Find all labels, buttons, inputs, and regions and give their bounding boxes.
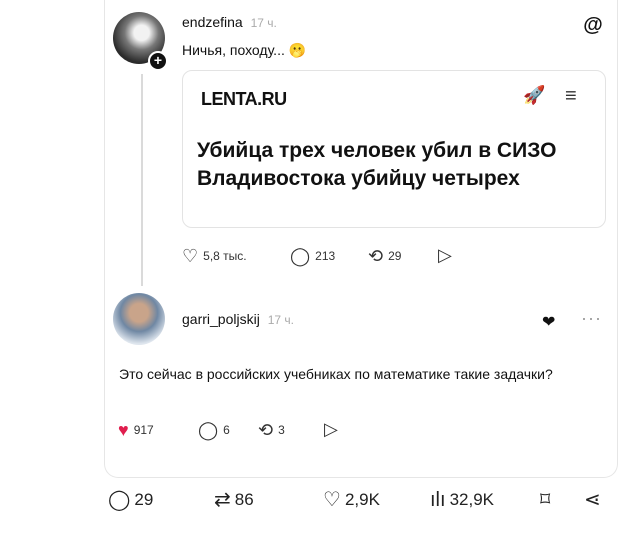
rocket-icon: 🚀 xyxy=(523,85,546,105)
repost-icon: ⟲ xyxy=(368,246,384,266)
bottom-like-button[interactable]: ♡ 2,9K xyxy=(323,490,380,510)
post1-comment-button[interactable]: ◯ 213 xyxy=(290,247,335,265)
bottom-repost-button[interactable]: ⇄ 86 xyxy=(214,490,254,510)
post1-repost-count: 29 xyxy=(388,249,402,263)
send-icon: ▷ xyxy=(324,419,338,439)
post1-like-count: 5,8 тыс. xyxy=(203,249,247,263)
post1-comment-count: 213 xyxy=(315,249,336,263)
bottom-like-count: 2,9K xyxy=(344,490,380,509)
views-bar-chart-icon: ılı xyxy=(430,489,446,511)
bottom-comment-button[interactable]: ◯ 29 xyxy=(108,490,153,510)
link-preview-card[interactable]: LENTA.RU 🚀 ≡ Убийца трех человек убил в … xyxy=(182,70,606,228)
comment-icon: ◯ xyxy=(108,489,131,511)
bottom-views[interactable]: ılı 32,9K xyxy=(430,490,494,510)
bottom-comment-count: 29 xyxy=(134,490,154,509)
bookmark-icon: ⌑ xyxy=(540,489,551,511)
more-options-icon[interactable]: ··· xyxy=(581,308,602,329)
post1-username[interactable]: endzefina xyxy=(182,14,243,30)
heart-filled-icon: ♥ xyxy=(118,420,129,440)
post2-header: garri_poljskij 17 ч. xyxy=(182,311,294,327)
embed-headline: Убийца трех человек убил в СИЗО Владивос… xyxy=(197,139,557,190)
heart-icon: ♡ xyxy=(323,489,341,511)
post1-header: endzefina 17 ч. xyxy=(182,14,277,30)
heart-icon: ♡ xyxy=(182,246,199,266)
post2-comment-button[interactable]: ◯ 6 xyxy=(198,421,230,439)
thread-connector-line xyxy=(141,74,143,286)
threads-logo-icon[interactable]: @ xyxy=(582,14,604,36)
post1-text: Ничья, походу... xyxy=(182,42,285,58)
post2-repost-button[interactable]: ⟲ 3 xyxy=(258,421,285,439)
post1-time: 17 ч. xyxy=(250,16,277,30)
embed-source-logo: LENTA.RU xyxy=(201,89,287,109)
avatar-garri-poljskij[interactable] xyxy=(113,293,165,345)
comment-icon: ◯ xyxy=(198,420,219,440)
post2-text: Это сейчас в российских учебниках по мат… xyxy=(119,366,553,382)
repost-icon: ⟲ xyxy=(258,420,274,440)
bottom-repost-count: 86 xyxy=(234,490,254,509)
repost-icon: ⇄ xyxy=(214,489,231,511)
post2-repost-count: 3 xyxy=(278,423,285,437)
hamburger-menu-icon: ≡ xyxy=(565,85,577,107)
post2-username[interactable]: garri_poljskij xyxy=(182,311,260,327)
bottom-share-button[interactable]: ⋖ xyxy=(584,490,605,510)
send-icon: ▷ xyxy=(438,245,452,265)
post1-repost-button[interactable]: ⟲ 29 xyxy=(368,247,401,265)
post2-like-button[interactable]: ♥ 917 xyxy=(118,421,154,439)
post2-like-count: 917 xyxy=(133,423,154,437)
share-icon: ⋖ xyxy=(584,489,601,511)
reaction-avatars-icon[interactable]: ❤ xyxy=(542,312,555,332)
comment-icon: ◯ xyxy=(290,246,311,266)
post1-like-button[interactable]: ♡ 5,8 тыс. xyxy=(182,247,247,265)
post1-emoji: 🫢 xyxy=(288,42,307,58)
post1-share-button[interactable]: ▷ xyxy=(438,246,457,264)
follow-plus-icon[interactable]: + xyxy=(148,51,168,71)
bottom-bookmark-button[interactable]: ⌑ xyxy=(540,490,554,510)
post2-share-button[interactable]: ▷ xyxy=(324,420,343,438)
post2-comment-count: 6 xyxy=(223,423,230,437)
post1-text-row: Ничья, походу... 🫢 xyxy=(182,42,306,59)
post2-time: 17 ч. xyxy=(267,313,294,327)
bottom-views-count: 32,9K xyxy=(449,490,494,509)
